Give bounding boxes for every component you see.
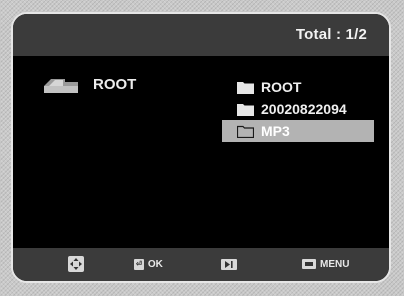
folder-icon bbox=[236, 125, 255, 138]
menu-label: MENU bbox=[320, 258, 350, 270]
total-count: Total : 1/2 bbox=[295, 26, 367, 43]
folder-icon bbox=[237, 81, 254, 94]
enter-icon: ⏎ bbox=[134, 258, 144, 270]
folder-item-20020822094[interactable]: 20020822094 bbox=[222, 98, 374, 120]
media-browser-screen: Total : 1/2 ROOT ROOT 20020822094 MP3 ⏎ … bbox=[11, 12, 391, 283]
browser-content: ROOT ROOT 20020822094 MP3 bbox=[13, 56, 389, 248]
current-folder: ROOT bbox=[43, 73, 136, 95]
folder-list: ROOT 20020822094 MP3 bbox=[222, 76, 374, 142]
directional-pad-icon bbox=[68, 256, 84, 272]
folder-label: ROOT bbox=[261, 79, 302, 95]
ok-label: OK bbox=[147, 258, 163, 270]
footer-bar: ⏎ OK MENU bbox=[13, 248, 389, 281]
menu-icon bbox=[302, 259, 316, 269]
folder-label: MP3 bbox=[261, 123, 290, 139]
current-folder-label: ROOT bbox=[93, 75, 137, 93]
folder-item-root[interactable]: ROOT bbox=[222, 76, 374, 98]
ok-hint[interactable]: ⏎ OK bbox=[134, 256, 163, 272]
folder-label: 20020822094 bbox=[261, 101, 347, 117]
folder-icon bbox=[237, 103, 254, 116]
play-pause-icon bbox=[221, 258, 237, 270]
menu-hint[interactable]: MENU bbox=[302, 256, 349, 272]
navigate-hint[interactable] bbox=[68, 256, 84, 272]
folder-item-mp3[interactable]: MP3 bbox=[222, 120, 374, 142]
current-folder-icon bbox=[43, 74, 79, 94]
header-bar: Total : 1/2 bbox=[13, 14, 389, 56]
play-pause-hint[interactable] bbox=[221, 256, 237, 272]
